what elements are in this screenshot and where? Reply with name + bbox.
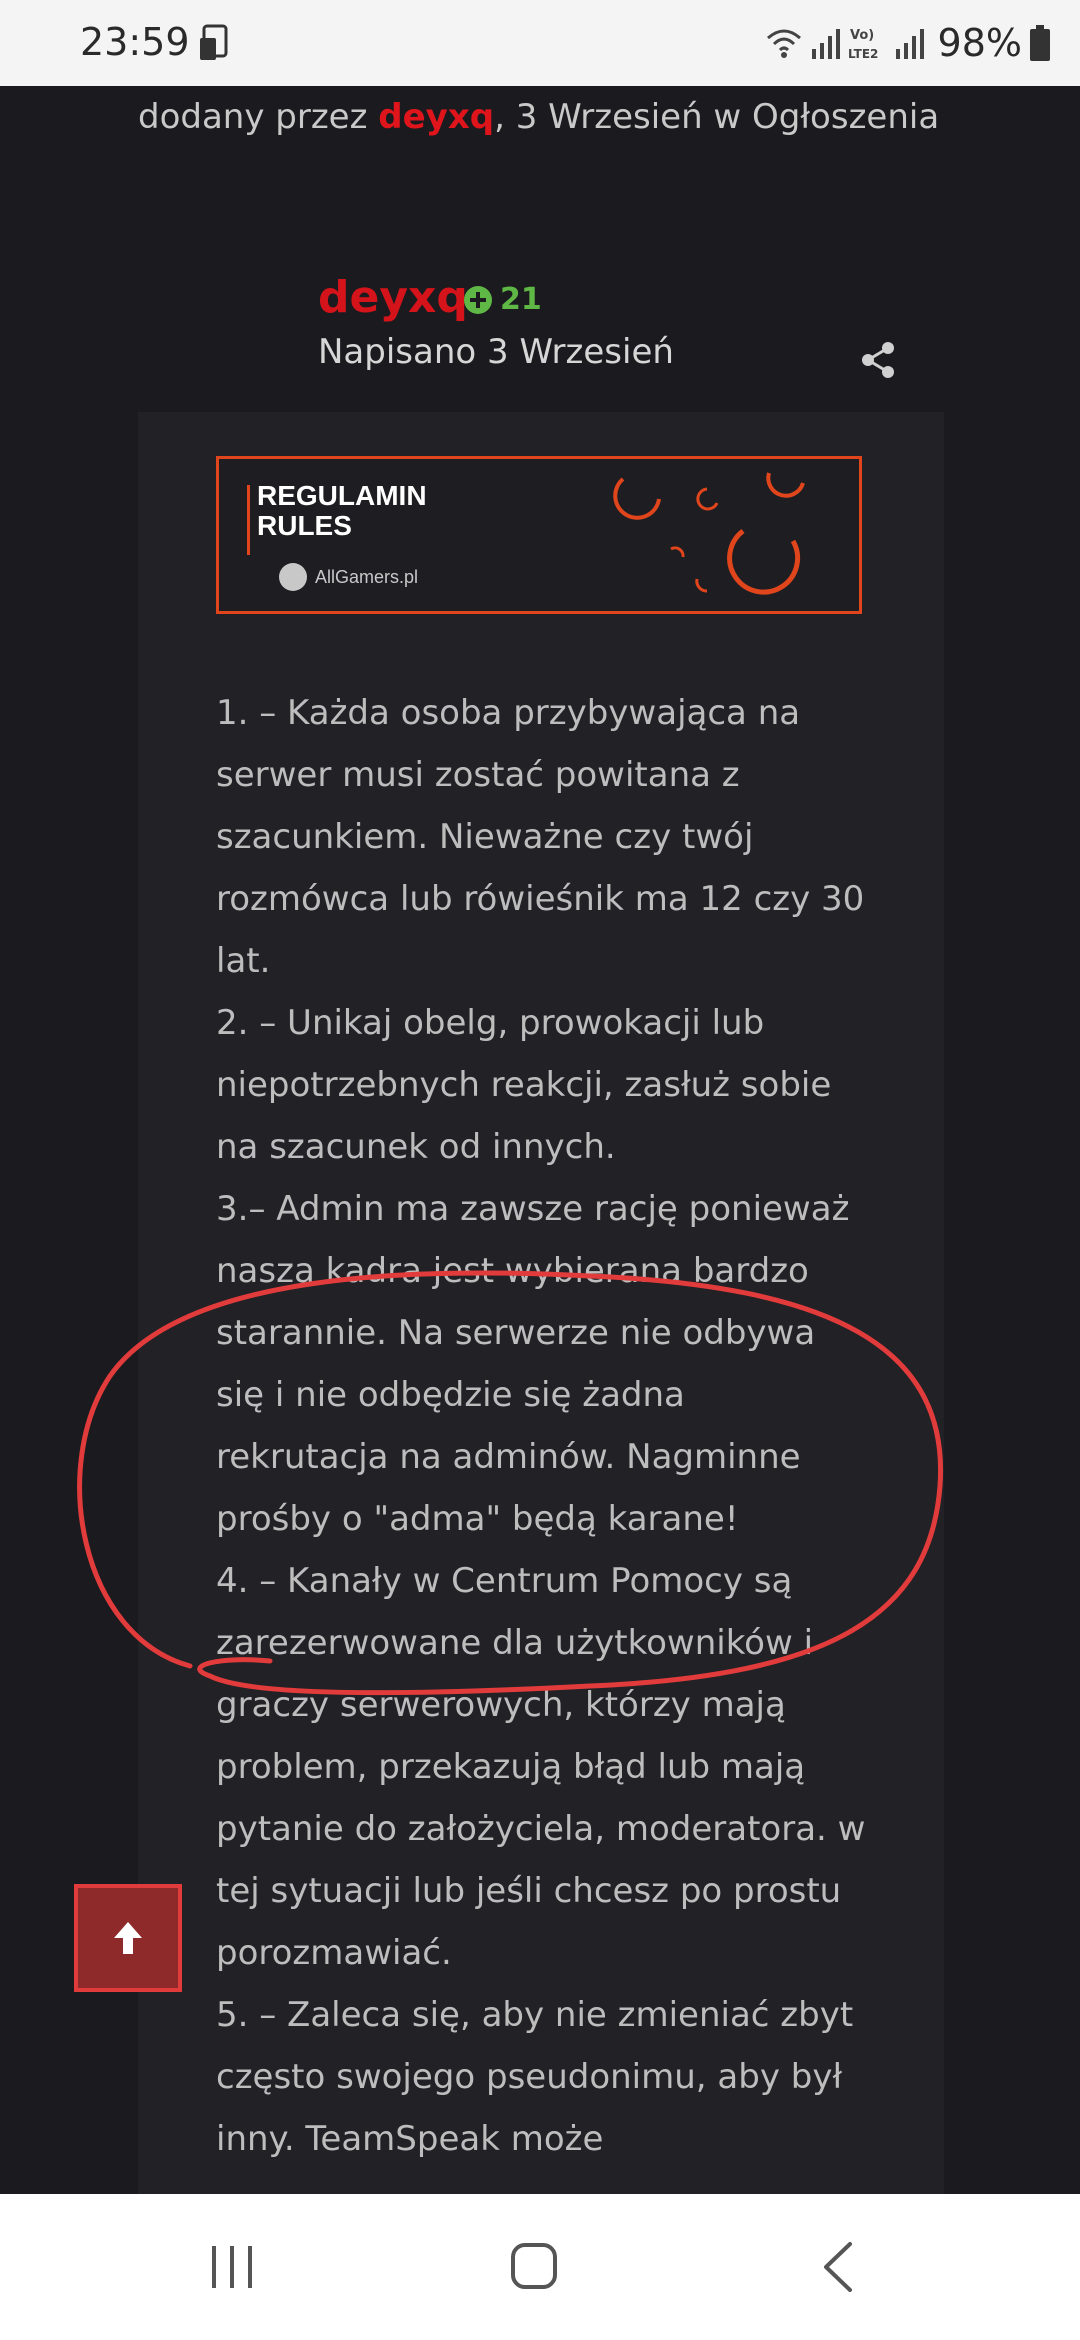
home-icon[interactable] <box>510 2242 558 2290</box>
plus-circle-icon <box>464 285 492 314</box>
brand-logo-icon <box>279 563 307 591</box>
post-body: REGULAMIN RULES AllGamers.pl 1. – Każda … <box>138 412 944 2194</box>
volte-icon: Vo) LTE2 <box>848 28 878 61</box>
rules-list: 1. – Każda osoba przybywająca na serwer … <box>216 682 866 2170</box>
signal-icon <box>811 29 840 59</box>
battery-percent: 98% <box>937 21 1022 65</box>
signal-icon-2 <box>895 29 924 59</box>
system-nav-bar <box>0 2194 1080 2340</box>
banner-decoration <box>613 472 805 595</box>
banner-line-1: REGULAMIN <box>257 480 427 511</box>
post-meta: dodany przez deyxq, 3 Wrzesień w Ogłosze… <box>138 86 998 148</box>
rule-item: 1. – Każda osoba przybywająca na serwer … <box>216 693 865 981</box>
rule-item: 4. – Kanały w Centrum Pomocy są zarezerw… <box>216 1561 866 1973</box>
share-icon[interactable] <box>858 340 898 380</box>
status-bar: 23:59 Vo) LTE2 98% <box>0 0 1080 86</box>
banner-brand: AllGamers.pl <box>279 563 418 591</box>
meta-prefix: dodany przez <box>138 97 379 137</box>
rules-banner-image: REGULAMIN RULES AllGamers.pl <box>216 456 862 614</box>
meta-author-link[interactable]: deyxq <box>378 97 494 137</box>
rule-item: 5. – Zaleca się, aby nie zmieniać zbyt c… <box>216 1995 854 2159</box>
banner-brand-text: AllGamers.pl <box>315 566 419 587</box>
rule-item: 2. – Unikaj obelg, prowokacji lub niepot… <box>216 1003 832 1167</box>
reputation-count: 21 <box>500 282 542 317</box>
svg-text:LTE2: LTE2 <box>848 47 878 61</box>
meta-suffix: , 3 Wrzesień w Ogłoszenia <box>494 97 940 137</box>
banner-line-2: RULES <box>257 510 352 541</box>
page-content: dodany przez deyxq, 3 Wrzesień w Ogłosze… <box>0 86 1080 2194</box>
author-name-link[interactable]: deyxq <box>318 272 468 323</box>
svg-text:Vo): Vo) <box>850 28 874 43</box>
wifi-icon <box>766 29 801 58</box>
notification-icon <box>200 24 228 60</box>
post-date: Napisano 3 Wrzesień <box>318 332 674 372</box>
banner-accent-bar <box>247 485 250 555</box>
battery-icon <box>1030 25 1050 61</box>
status-time: 23:59 <box>80 20 190 64</box>
rule-item: 3.– Admin ma zawsze rację ponieważ nasza… <box>216 1189 850 1539</box>
status-indicators: Vo) LTE2 98% <box>764 20 1050 66</box>
arrow-up-icon <box>114 1922 142 1954</box>
recents-icon[interactable] <box>208 2244 256 2290</box>
reputation-badge: 21 <box>464 282 542 317</box>
back-icon[interactable] <box>818 2240 858 2294</box>
banner-title: REGULAMIN RULES <box>257 481 427 541</box>
scroll-to-top-button[interactable] <box>74 1884 182 1992</box>
